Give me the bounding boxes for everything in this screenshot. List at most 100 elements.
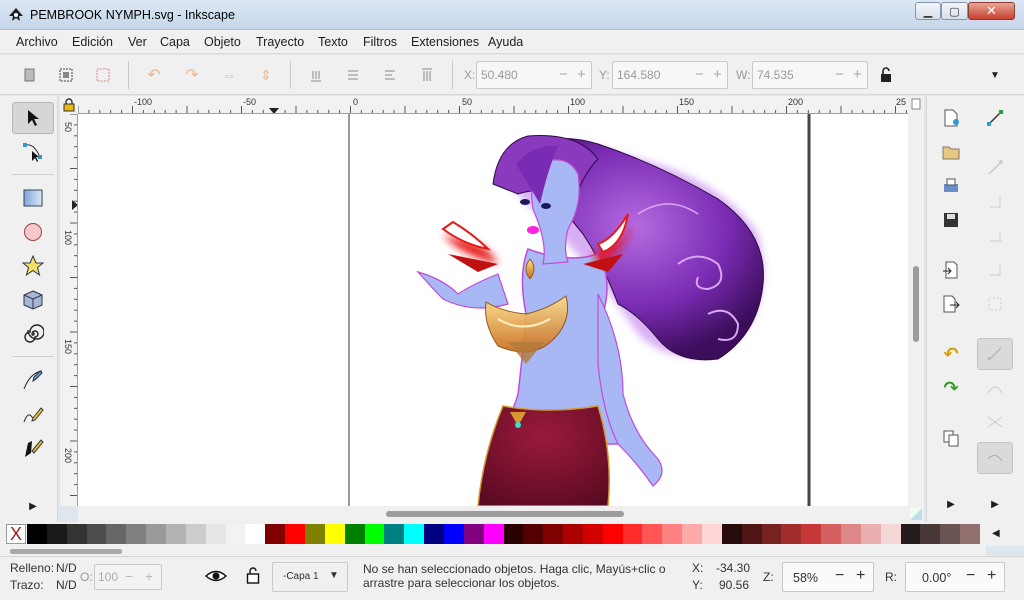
- close-button[interactable]: ✕: [968, 2, 1015, 20]
- color-swatch[interactable]: [721, 524, 742, 544]
- rotate-increment-button[interactable]: +: [987, 567, 996, 585]
- color-swatch[interactable]: [463, 524, 484, 544]
- snap-paths-icon[interactable]: [977, 372, 1013, 404]
- zoom-in-button[interactable]: +: [856, 567, 865, 585]
- lower-icon[interactable]: [343, 65, 363, 85]
- redo-icon[interactable]: ↷: [933, 372, 969, 404]
- color-swatch[interactable]: [364, 524, 385, 544]
- palette-menu-icon[interactable]: ◀: [992, 528, 1000, 539]
- no-paint-swatch[interactable]: X: [6, 524, 26, 544]
- palette-scroll-thumb[interactable]: [10, 549, 122, 554]
- y-field[interactable]: 164.580 − +: [612, 61, 728, 89]
- ruler-lock-icon[interactable]: [60, 96, 78, 114]
- color-swatch[interactable]: [503, 524, 524, 544]
- maximize-button[interactable]: ▢: [941, 2, 968, 20]
- color-swatch[interactable]: [205, 524, 226, 544]
- menu-ayuda[interactable]: Ayuda: [488, 35, 523, 49]
- color-swatch[interactable]: [602, 524, 623, 544]
- color-swatch[interactable]: [801, 524, 822, 544]
- color-swatch[interactable]: [523, 524, 544, 544]
- rotate-cw-icon[interactable]: ↷: [182, 65, 202, 85]
- lock-icon[interactable]: [876, 65, 896, 85]
- snap-nodes-icon[interactable]: [977, 338, 1013, 370]
- color-swatch[interactable]: [384, 524, 405, 544]
- layer-lock-icon[interactable]: [246, 566, 260, 587]
- color-swatch[interactable]: [27, 524, 47, 544]
- w-decrement-button[interactable]: −: [835, 66, 844, 83]
- menu-extensiones[interactable]: Extensiones: [411, 35, 479, 49]
- toolbox-more-icon[interactable]: ▶: [12, 490, 54, 522]
- horizontal-ruler[interactable]: -100 -50 0 50 100 150 200 25: [78, 96, 908, 114]
- y-decrement-button[interactable]: −: [695, 66, 704, 83]
- layer-dropdown[interactable]: -Capa 1 ▼: [272, 562, 348, 592]
- color-swatch[interactable]: [304, 524, 325, 544]
- export-icon[interactable]: [933, 288, 969, 320]
- menu-archivo[interactable]: Archivo: [16, 35, 58, 49]
- color-swatch[interactable]: [146, 524, 167, 544]
- horizontal-scroll-thumb[interactable]: [386, 511, 624, 517]
- color-swatch[interactable]: [682, 524, 703, 544]
- color-swatch[interactable]: [940, 524, 961, 544]
- drawing-canvas[interactable]: [78, 114, 908, 506]
- color-swatch[interactable]: [285, 524, 306, 544]
- horizontal-scrollbar[interactable]: [78, 506, 908, 522]
- color-swatch[interactable]: [563, 524, 584, 544]
- snap-enable-icon[interactable]: [977, 102, 1013, 134]
- color-swatch[interactable]: [265, 524, 286, 544]
- color-swatch[interactable]: [860, 524, 881, 544]
- pen-tool[interactable]: [12, 364, 54, 396]
- vertical-ruler[interactable]: 50 100 150 200: [60, 114, 78, 506]
- color-swatch[interactable]: [126, 524, 147, 544]
- color-swatch[interactable]: [642, 524, 663, 544]
- selector-tool[interactable]: [12, 102, 54, 134]
- snap-bbox-icon[interactable]: [977, 152, 1013, 184]
- color-swatch[interactable]: [86, 524, 107, 544]
- snap-bbox-center-icon[interactable]: [977, 288, 1013, 320]
- color-swatch[interactable]: [483, 524, 504, 544]
- layer-visibility-eye-icon[interactable]: [204, 567, 228, 588]
- color-swatch[interactable]: [662, 524, 683, 544]
- color-swatch[interactable]: [245, 524, 266, 544]
- select-all-icon[interactable]: [20, 65, 40, 85]
- color-swatch[interactable]: [622, 524, 643, 544]
- save-icon[interactable]: [933, 204, 969, 236]
- rotate-decrement-button[interactable]: −: [966, 567, 975, 585]
- color-swatch[interactable]: [880, 524, 901, 544]
- node-tool[interactable]: [12, 136, 54, 168]
- stroke-value[interactable]: N/D: [56, 578, 77, 592]
- menu-trayecto[interactable]: Trayecto: [256, 35, 304, 49]
- color-swatch[interactable]: [960, 524, 981, 544]
- menu-ver[interactable]: Ver: [128, 35, 147, 49]
- open-folder-icon[interactable]: [933, 136, 969, 168]
- snap-intersection-icon[interactable]: [977, 406, 1013, 438]
- toolbar-overflow-icon[interactable]: ▼: [985, 65, 1005, 85]
- x-decrement-button[interactable]: −: [559, 66, 568, 83]
- snap-bbox-midpoint-icon[interactable]: [977, 254, 1013, 286]
- print-icon[interactable]: [933, 170, 969, 202]
- opacity-increment-button[interactable]: +: [145, 568, 153, 584]
- rotate-ccw-icon[interactable]: ↶: [144, 65, 164, 85]
- raise-to-top-icon[interactable]: [417, 65, 437, 85]
- color-swatch[interactable]: [106, 524, 127, 544]
- flip-vertical-icon[interactable]: ⇕: [256, 65, 276, 85]
- commands-more-icon[interactable]: ▶: [933, 488, 969, 520]
- color-swatch[interactable]: [841, 524, 862, 544]
- x-increment-button[interactable]: +: [577, 66, 586, 83]
- snap-smooth-nodes-icon[interactable]: [977, 442, 1013, 474]
- w-increment-button[interactable]: +: [853, 66, 862, 83]
- star-tool[interactable]: [12, 250, 54, 282]
- opacity-decrement-button[interactable]: −: [125, 568, 133, 584]
- minimize-button[interactable]: ▁: [915, 2, 941, 20]
- x-field[interactable]: 50.480 − +: [476, 61, 592, 89]
- color-swatch[interactable]: [46, 524, 67, 544]
- fill-value[interactable]: N/D: [56, 561, 77, 575]
- select-all-layers-icon[interactable]: [56, 65, 76, 85]
- palette-scrollbar[interactable]: [8, 546, 986, 556]
- pencil-tool[interactable]: [12, 398, 54, 430]
- snap-more-icon[interactable]: ▶: [977, 488, 1013, 520]
- vertical-scroll-thumb[interactable]: [913, 266, 919, 342]
- menu-texto[interactable]: Texto: [318, 35, 348, 49]
- color-swatch[interactable]: [443, 524, 464, 544]
- y-increment-button[interactable]: +: [713, 66, 722, 83]
- color-swatch[interactable]: [404, 524, 425, 544]
